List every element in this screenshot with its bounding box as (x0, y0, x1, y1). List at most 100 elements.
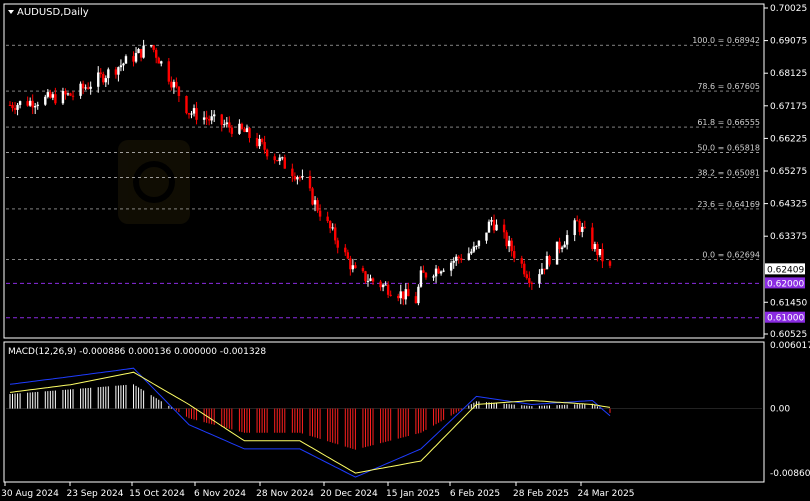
candle-body (245, 128, 249, 133)
candle-body (437, 268, 440, 274)
candle-body (132, 56, 135, 62)
candle-body (157, 57, 160, 64)
candle-body (26, 101, 29, 106)
candle-body (16, 104, 19, 110)
candle-body (366, 280, 370, 282)
triangle-down-icon[interactable] (8, 10, 14, 14)
candle-body (311, 188, 314, 205)
candle-body (545, 256, 549, 270)
macd-frame (3, 341, 765, 483)
macd-indicator-label: MACD(12,26,9) -0.000886 0.000136 0.00000… (8, 347, 266, 357)
candle-body (66, 93, 70, 95)
candle-body (414, 296, 418, 304)
symbol-header[interactable]: AUDUSD,Daily (8, 7, 89, 18)
candle-body (563, 244, 566, 248)
candle-body (81, 83, 85, 89)
candle-body (293, 176, 297, 180)
candle-body (291, 168, 294, 177)
candle-body (354, 265, 357, 269)
candle-body (139, 49, 143, 58)
candle-body (530, 283, 534, 285)
candle-body (555, 241, 559, 265)
candle-body (238, 123, 241, 134)
candle-body (54, 94, 57, 104)
candle-body (495, 224, 498, 231)
candle-body (281, 157, 284, 159)
candle-body (97, 72, 100, 87)
candle-body (560, 247, 564, 250)
candle-body (381, 284, 385, 288)
candle-body (195, 108, 198, 120)
candle-body (326, 216, 329, 222)
candle-body (205, 117, 208, 119)
candle-body (223, 124, 226, 126)
candle-body (470, 251, 473, 254)
candle-body (328, 221, 332, 229)
candle-body (149, 45, 153, 47)
candle-body (520, 258, 523, 264)
macd-tick-label: -0.008609 (770, 469, 810, 479)
candle-body (596, 244, 599, 256)
candle-body (84, 87, 87, 89)
price-tick-label: 0.68125 (770, 69, 807, 79)
candle-body (548, 256, 551, 265)
candle-body (460, 258, 463, 260)
candle-body (336, 240, 339, 248)
candle-body (598, 249, 602, 256)
candle-body (86, 87, 90, 89)
macd-tick-label: 0.00 (770, 405, 790, 415)
candle-body (243, 129, 246, 133)
candle-body (538, 274, 541, 284)
price-candles (8, 39, 612, 306)
candle-body (240, 123, 244, 130)
time-tick-label: 28 Feb 2025 (513, 489, 569, 499)
candle-body (213, 114, 216, 117)
candle-body (36, 104, 39, 107)
price-tick-label: 0.67175 (770, 102, 807, 112)
candle-body (248, 128, 251, 138)
price-tick-label: 0.63375 (770, 232, 807, 242)
price-tick-label: 0.69075 (770, 37, 807, 47)
candle-body (64, 91, 67, 95)
candle-body (11, 105, 14, 109)
candle-body (386, 284, 390, 295)
candle-body (210, 116, 213, 121)
time-tick-label: 6 Feb 2025 (450, 489, 500, 499)
candle-body (107, 69, 110, 79)
candle-body (152, 45, 155, 50)
trading-chart[interactable]: 100.0 = 0.68942 78.6 = 0.67605 61.8 = 0.66… (0, 0, 810, 501)
support-price-label: 0.61000 (767, 314, 804, 324)
macd-tick-label: 0.006017 (770, 341, 810, 351)
candle-body (167, 61, 171, 82)
candle-body (601, 249, 604, 262)
price-tick-label: 0.60525 (770, 330, 807, 340)
candle-body (379, 281, 382, 288)
candle-body (439, 271, 443, 274)
candle-body (452, 260, 455, 263)
candle-body (124, 56, 128, 64)
candle-body (99, 72, 102, 74)
price-tick-label: 0.66225 (770, 134, 807, 144)
candle-body (492, 219, 496, 231)
candle-body (102, 73, 105, 83)
price-axis[interactable]: 0.70025 0.69075 0.68125 0.67175 0.66225 0.652… (764, 4, 807, 340)
candle-body (28, 100, 32, 106)
price-tick-label: 0.61450 (770, 298, 807, 308)
candle-body (371, 278, 375, 282)
candle-body (119, 65, 123, 68)
time-axis[interactable]: 30 Aug 2024 23 Sep 2024 15 Oct 2024 6 Nov 2… (1, 482, 635, 499)
candle-body (265, 149, 269, 157)
candle-body (384, 284, 387, 286)
candle-body (432, 276, 435, 278)
candle-body (283, 157, 286, 169)
candle-body (334, 227, 337, 241)
candle-body (69, 93, 72, 96)
candle-body (13, 108, 17, 110)
candle-body (134, 53, 138, 62)
time-tick-label: 15 Oct 2024 (129, 489, 185, 499)
candle-body (591, 227, 594, 250)
candle-body (523, 263, 526, 275)
candle-body (593, 244, 597, 250)
candle-body (273, 156, 276, 161)
candle-body (18, 101, 22, 105)
